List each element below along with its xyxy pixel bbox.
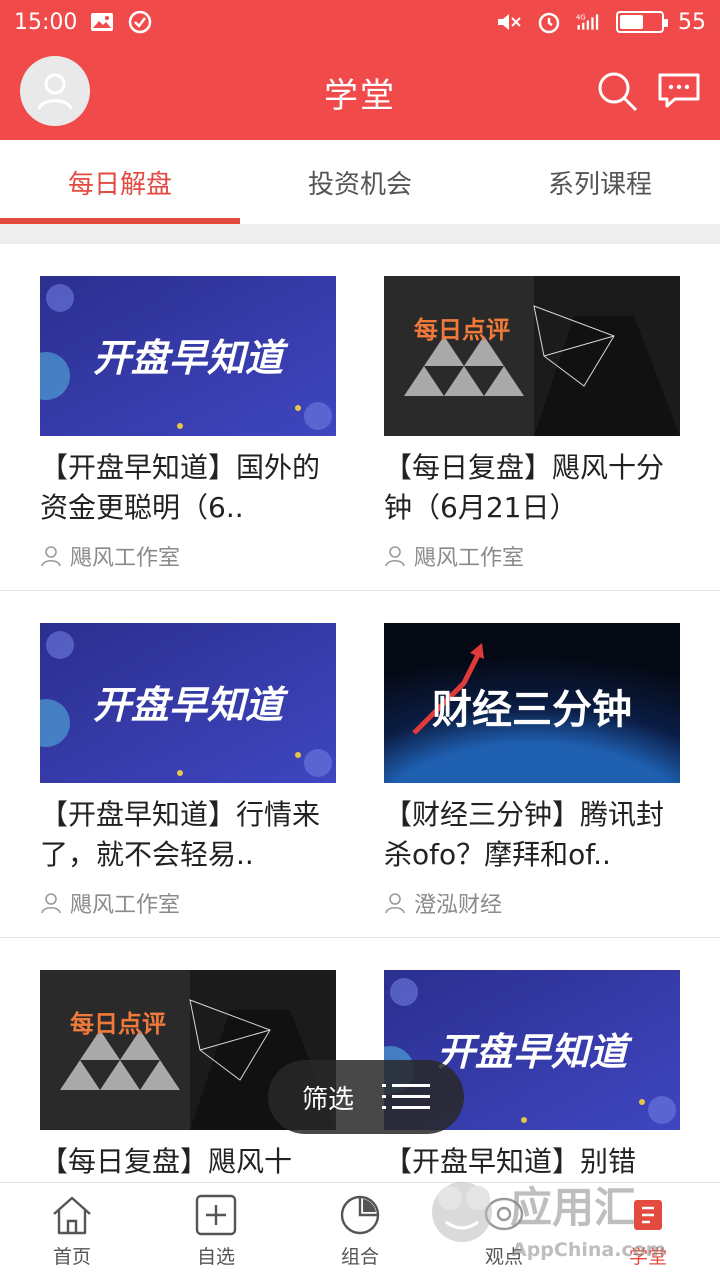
tab-series-courses[interactable]: 系列课程 xyxy=(480,140,720,224)
course-card[interactable]: 开盘早知道 【开盘早知道】行情来了，就不会轻易.. 飓风工作室 xyxy=(40,623,336,919)
tab-investment-opportunities[interactable]: 投资机会 xyxy=(240,140,480,224)
thumbnail: 开盘早知道 xyxy=(40,276,336,436)
pie-chart-icon xyxy=(340,1195,380,1235)
card-row: 开盘早知道 【开盘早知道】行情来了，就不会轻易.. 飓风工作室 财经三分钟 【财… xyxy=(0,591,720,938)
thumbnail: 财经三分钟 xyxy=(384,623,680,783)
card-title: 【开盘早知道】国外的资金更聪明（6.. xyxy=(40,451,321,524)
user-outline-icon xyxy=(385,893,405,914)
author-name: 澄泓财经 xyxy=(414,893,503,918)
nav-opinions[interactable]: 观点 xyxy=(432,1183,576,1280)
status-time: 15:00 xyxy=(14,9,78,35)
nav-watchlist-label: 自选 xyxy=(196,1246,235,1268)
check-circle-icon xyxy=(127,10,153,34)
section-divider xyxy=(0,224,720,244)
card-author: 飓风工作室 xyxy=(40,887,336,919)
nav-home[interactable]: 首页 xyxy=(0,1183,144,1280)
card-title: 【开盘早知道】行情来了，就不会轻易.. xyxy=(40,798,321,871)
card-author: 澄泓财经 xyxy=(384,887,680,919)
signal-icon: 4G xyxy=(576,11,602,33)
author-name: 飓风工作室 xyxy=(70,893,181,918)
course-card[interactable]: 开盘早知道 【开盘早知道】国外的资金更聪明（6.. 飓风工作室 xyxy=(40,276,336,572)
alarm-icon xyxy=(536,11,562,34)
course-card[interactable]: 每日点评 【每日复盘】飓风十分钟（6月21日） 飓风工作室 xyxy=(384,276,680,572)
nav-school[interactable]: 学堂 xyxy=(576,1183,720,1280)
bottom-nav: 首页 自选 组合 观点 学堂 xyxy=(0,1182,720,1280)
card-author: 飓风工作室 xyxy=(40,540,336,572)
nav-school-label: 学堂 xyxy=(628,1246,667,1268)
nav-portfolio[interactable]: 组合 xyxy=(288,1183,432,1280)
user-outline-icon xyxy=(385,546,405,567)
battery-icon xyxy=(616,11,668,33)
plus-square-icon xyxy=(195,1194,237,1236)
message-icon xyxy=(658,73,700,108)
status-bar: 15:00 4G 55 xyxy=(0,0,720,44)
school-icon xyxy=(634,1200,662,1230)
nav-portfolio-label: 组合 xyxy=(340,1246,379,1268)
avatar[interactable] xyxy=(20,56,90,126)
search-icon xyxy=(598,72,638,112)
list-icon xyxy=(382,1084,430,1109)
svg-text:开盘早知道: 开盘早知道 xyxy=(93,683,289,727)
svg-text:开盘早知道: 开盘早知道 xyxy=(93,336,289,380)
message-button[interactable] xyxy=(656,68,702,114)
battery-percent: 55 xyxy=(678,9,706,35)
author-name: 飓风工作室 xyxy=(414,546,525,571)
user-icon xyxy=(37,73,73,110)
thumbnail: 开盘早知道 xyxy=(40,623,336,783)
user-outline-icon xyxy=(41,893,61,914)
user-outline-icon xyxy=(41,546,61,567)
thumbnail: 每日点评 xyxy=(384,276,680,436)
card-title: 【每日复盘】飓风十分钟（6月21日） xyxy=(384,451,665,524)
image-notification-icon xyxy=(89,11,115,33)
search-button[interactable] xyxy=(594,68,640,114)
svg-text:财经三分钟: 财经三分钟 xyxy=(432,687,632,733)
nav-watchlist[interactable]: 自选 xyxy=(144,1183,288,1280)
chat-icon xyxy=(484,1197,524,1231)
filter-label: 筛选 xyxy=(301,1084,354,1115)
nav-opinions-label: 观点 xyxy=(484,1246,523,1268)
home-icon xyxy=(53,1196,91,1235)
svg-text:4G: 4G xyxy=(576,14,586,22)
svg-text:开盘早知道: 开盘早知道 xyxy=(437,1030,633,1074)
card-author: 飓风工作室 xyxy=(384,540,680,572)
nav-home-label: 首页 xyxy=(52,1246,91,1268)
svg-text:每日点评: 每日点评 xyxy=(414,316,510,344)
filter-button[interactable]: 筛选 xyxy=(268,1060,464,1134)
tab-bar: 每日解盘 投资机会 系列课程 xyxy=(0,140,720,224)
card-title: 【财经三分钟】腾讯封杀ofo？摩拜和of.. xyxy=(384,798,665,871)
course-card[interactable]: 财经三分钟 【财经三分钟】腾讯封杀ofo？摩拜和of.. 澄泓财经 xyxy=(384,623,680,919)
svg-text:每日点评: 每日点评 xyxy=(70,1010,166,1038)
mute-icon xyxy=(496,11,522,33)
tab-daily-analysis[interactable]: 每日解盘 xyxy=(0,140,240,224)
app-header: 学堂 xyxy=(0,44,720,140)
card-row: 开盘早知道 【开盘早知道】国外的资金更聪明（6.. 飓风工作室 每日点评 【每日… xyxy=(0,244,720,591)
author-name: 飓风工作室 xyxy=(70,546,181,571)
